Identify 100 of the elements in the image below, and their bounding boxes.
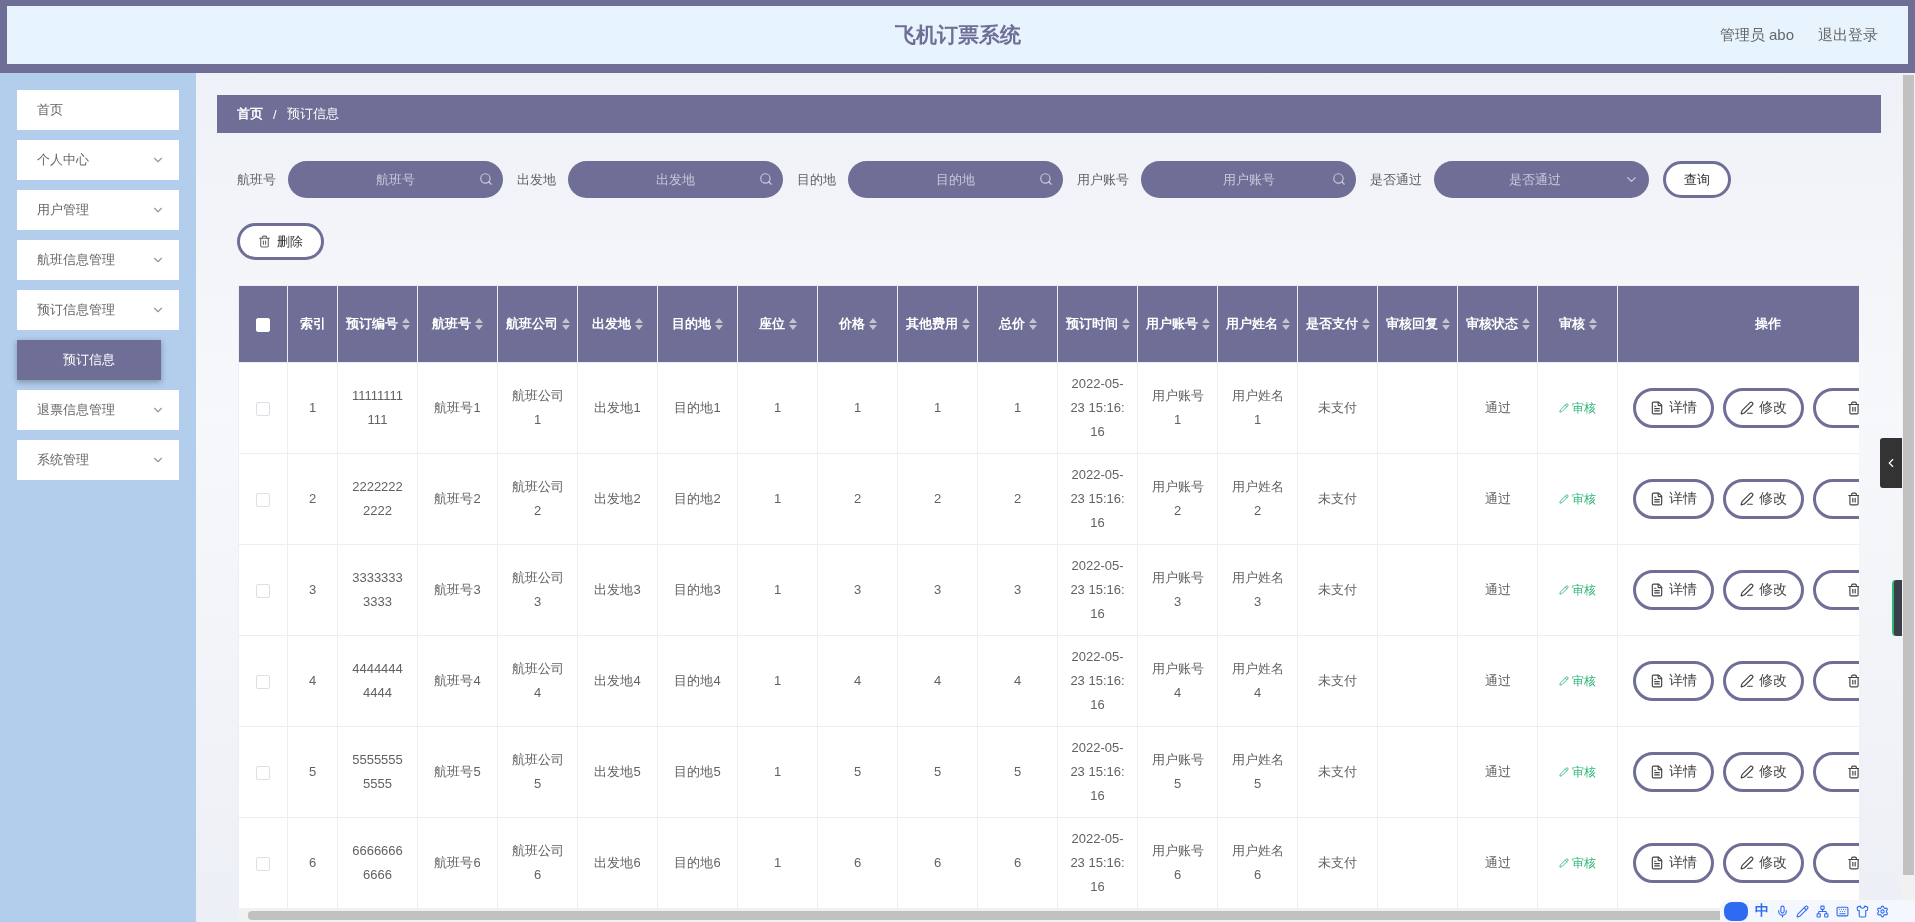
trash-icon [1846, 492, 1859, 506]
app-title: 飞机订票系统 [894, 22, 1021, 48]
sort-icon[interactable] [788, 318, 797, 330]
detail-button[interactable]: 详情 [1633, 661, 1714, 701]
table-cell: 22222222222 [352, 479, 403, 518]
settings-icon[interactable] [1876, 904, 1889, 918]
sidebar-item[interactable]: 个人中心 [17, 140, 179, 180]
table-cell: 55555555555 [352, 752, 403, 791]
ime-logo-icon[interactable] [1724, 901, 1748, 921]
document-icon [1650, 583, 1664, 597]
trash-icon [1846, 401, 1859, 415]
edit-button[interactable]: 修改 [1723, 661, 1804, 701]
ime-mode[interactable]: 中 [1755, 902, 1769, 920]
table-cell: 1 [1013, 400, 1022, 415]
detail-button[interactable]: 详情 [1633, 752, 1714, 792]
sort-icon[interactable] [1588, 318, 1597, 330]
sidebar-item[interactable]: 预订信息管理 [17, 290, 179, 330]
table-cell: 航班号5 [434, 764, 481, 779]
sort-icon[interactable] [1281, 318, 1290, 330]
pencil-icon [1559, 402, 1569, 413]
search-field[interactable]: 航班号 [288, 161, 503, 198]
sort-icon[interactable] [1028, 318, 1037, 330]
sort-icon[interactable] [1521, 318, 1530, 330]
sidebar-item[interactable]: 首页 [17, 90, 179, 130]
sort-icon[interactable] [1361, 318, 1370, 330]
query-button[interactable]: 查询 [1663, 161, 1731, 198]
table-cell: 目的地6 [674, 855, 721, 870]
table-cell: 目的地2 [674, 491, 721, 506]
floating-widget[interactable] [1892, 580, 1902, 636]
delete-button[interactable]: 删除 [237, 223, 324, 260]
trash-icon [1846, 674, 1859, 688]
shirt-icon[interactable] [1856, 904, 1869, 918]
collapse-tab[interactable] [1880, 438, 1902, 488]
sidebar-item[interactable]: 退票信息管理 [17, 390, 179, 430]
detail-button[interactable]: 详情 [1633, 388, 1714, 428]
table-cell: 目的地3 [674, 582, 721, 597]
table-cell: 4 [853, 673, 862, 688]
sort-icon[interactable] [1441, 318, 1450, 330]
edit-button[interactable]: 修改 [1723, 479, 1804, 519]
table-cell: 1 [773, 400, 782, 415]
detail-button[interactable]: 详情 [1633, 479, 1714, 519]
sidebar-item[interactable]: 系统管理 [17, 440, 179, 480]
row-checkbox[interactable] [256, 674, 270, 689]
keyboard-icon[interactable] [1836, 904, 1849, 918]
filter-label: 是否通过 [1370, 170, 1422, 189]
sort-icon[interactable] [561, 318, 570, 330]
row-checkbox[interactable] [256, 401, 270, 416]
breadcrumb-item: 预订信息 [286, 105, 339, 123]
network-icon[interactable] [1816, 904, 1829, 918]
filter-label: 目的地 [797, 170, 836, 189]
table-cell: 1 [773, 855, 782, 870]
select-all-checkbox[interactable] [256, 317, 270, 332]
breadcrumb-item[interactable]: 首页 [237, 105, 263, 123]
sort-icon[interactable] [868, 318, 877, 330]
sidebar-item[interactable]: 用户管理 [17, 190, 179, 230]
edit-button[interactable]: 修改 [1723, 752, 1804, 792]
detail-button[interactable]: 详情 [1633, 843, 1714, 883]
edit-button[interactable]: 修改 [1723, 388, 1804, 428]
sort-icon[interactable] [961, 318, 970, 330]
document-icon [1650, 401, 1664, 415]
table-cell: 通过 [1484, 491, 1511, 506]
search-field[interactable]: 用户账号 [1141, 161, 1356, 198]
sidebar-item[interactable]: 航班信息管理 [17, 240, 179, 280]
edit-button[interactable]: 修改 [1723, 843, 1804, 883]
edit-button[interactable]: 修改 [1723, 570, 1804, 610]
sort-icon[interactable] [635, 318, 643, 330]
table-cell: 1 [773, 764, 782, 779]
search-field[interactable]: 目的地 [848, 161, 1063, 198]
row-checkbox[interactable] [256, 856, 270, 871]
row-checkbox[interactable] [256, 765, 270, 780]
sort-icon[interactable] [401, 318, 410, 330]
table-cell: 航班号4 [434, 673, 481, 688]
detail-button[interactable]: 详情 [1633, 570, 1714, 610]
search-icon [1332, 172, 1346, 186]
sort-icon[interactable] [715, 318, 723, 330]
logout-link[interactable]: 退出登录 [1818, 25, 1878, 45]
pencil-icon[interactable] [1796, 904, 1809, 918]
vertical-scrollbar[interactable] [1902, 73, 1915, 900]
microphone-icon[interactable] [1776, 904, 1789, 918]
table-cell: 44444444444 [352, 661, 403, 700]
sort-icon[interactable] [475, 318, 483, 330]
table-cell: 出发地6 [594, 855, 641, 870]
document-icon [1650, 856, 1664, 870]
column-header: 总价 [998, 315, 1025, 333]
table-cell: 4 [308, 673, 317, 688]
table-cell: 11111111111 [351, 388, 404, 427]
filter-label: 出发地 [517, 170, 556, 189]
row-checkbox[interactable] [256, 492, 270, 507]
table-cell: 通过 [1484, 673, 1511, 688]
table-cell: 航班公司6 [511, 843, 564, 882]
sort-icon[interactable] [1201, 318, 1210, 330]
row-checkbox[interactable] [256, 583, 270, 598]
column-header: 其他费用 [905, 315, 958, 333]
sort-icon[interactable] [1121, 318, 1130, 330]
table-cell: 2022-05-23 15:16:16 [1070, 467, 1125, 530]
search-field[interactable]: 出发地 [568, 161, 783, 198]
submenu-item[interactable]: 预订信息 [17, 340, 161, 380]
table-cell: 5 [308, 764, 317, 779]
table-cell: 2 [853, 491, 862, 506]
table-cell: 6 [933, 855, 942, 870]
